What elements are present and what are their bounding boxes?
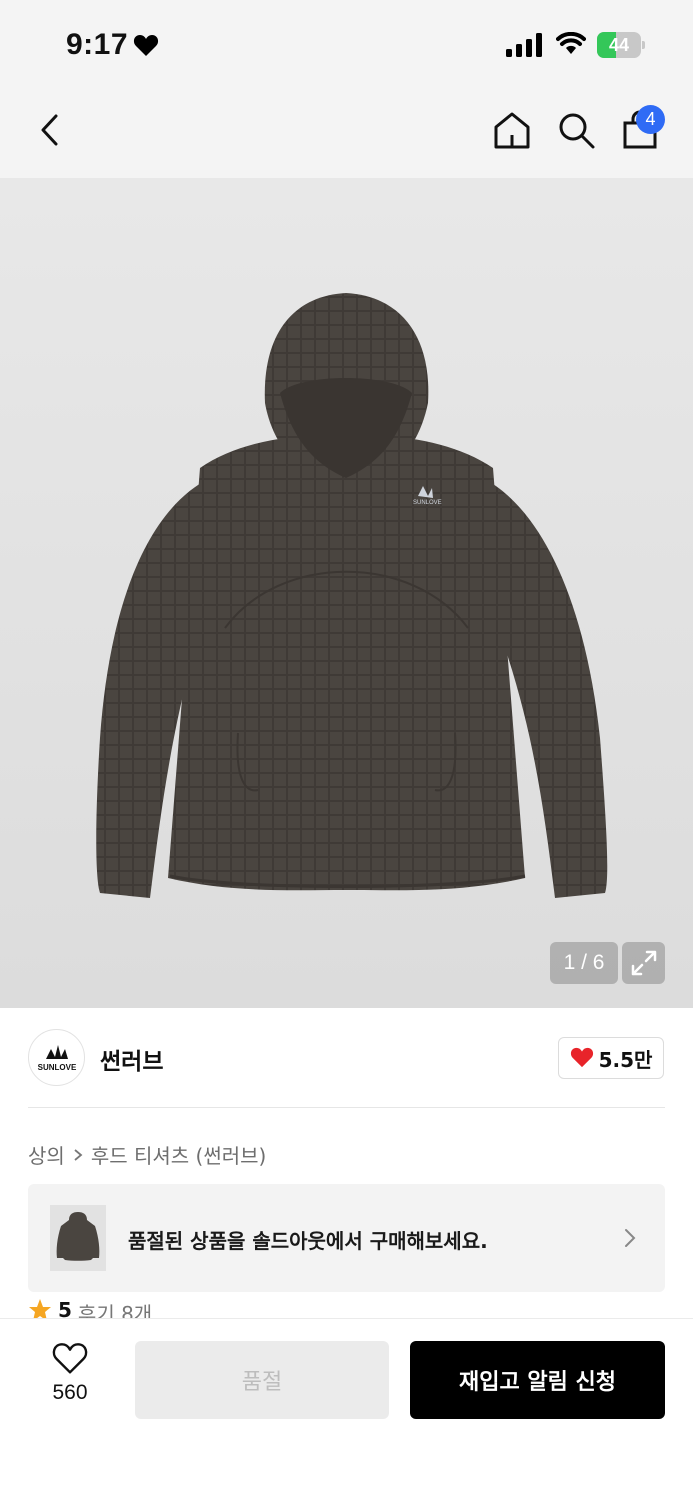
bottom-action-bar: 560 품절 재입고 알림 신청	[0, 1318, 693, 1500]
product-image[interactable]: SUNLOVE	[0, 178, 693, 1008]
brand-logo[interactable]: SUNLOVE	[28, 1029, 85, 1086]
wifi-icon	[556, 32, 586, 54]
home-button[interactable]	[490, 108, 534, 152]
expand-icon	[631, 950, 656, 976]
soldout-banner[interactable]: 품절된 상품을 솔드아웃에서 구매해보세요.	[28, 1184, 665, 1292]
review-summary[interactable]: 5 후기 8개	[28, 1298, 152, 1320]
back-arrow-icon	[41, 114, 58, 146]
home-icon	[494, 112, 530, 149]
wishlist-count: 560	[52, 1381, 88, 1404]
back-button[interactable]	[30, 110, 70, 150]
brand-like-count: 5.5만	[598, 1047, 653, 1072]
wishlist-button[interactable]: 560	[30, 1343, 110, 1413]
brand-like-button[interactable]: 5.5만	[558, 1037, 664, 1079]
chest-logo-text: SUNLOVE	[413, 500, 442, 506]
soldout-banner-text: 품절된 상품을 솔드아웃에서 구매해보세요.	[128, 1229, 488, 1253]
heart-filled-icon	[570, 1047, 593, 1068]
cart-count-badge: 4	[636, 105, 665, 134]
search-button[interactable]	[554, 108, 598, 152]
brand-name[interactable]: 썬러브	[100, 1042, 163, 1076]
breadcrumb: 상의 후드 티셔츠 (썬러브)	[28, 1140, 266, 1169]
banner-product-thumbnail	[50, 1205, 106, 1271]
image-counter: 1 / 6	[550, 942, 618, 984]
expand-image-button[interactable]	[622, 942, 665, 984]
chevron-right-icon	[625, 1229, 636, 1247]
search-icon	[559, 113, 595, 149]
sunlove-logo: SUNLOVE	[37, 1044, 77, 1072]
chevron-right-icon	[74, 1148, 83, 1161]
heart-icon	[133, 35, 159, 56]
status-time: 9:17	[66, 28, 129, 61]
navigation-bar	[0, 92, 693, 178]
battery-level: 44	[608, 35, 630, 55]
restock-alert-button[interactable]: 재입고 알림 신청	[410, 1341, 665, 1419]
heart-outline-icon	[52, 1343, 88, 1374]
battery-icon: 44	[597, 32, 645, 58]
soldout-button[interactable]: 품절	[135, 1341, 389, 1419]
divider	[28, 1107, 665, 1108]
status-bar: 9:17 44	[0, 0, 693, 92]
breadcrumb-subcategory[interactable]: 후드 티셔츠 (썬러브)	[91, 1140, 267, 1169]
review-count: 후기 8개	[77, 1302, 153, 1320]
star-icon	[29, 1299, 51, 1320]
review-score: 5	[58, 1298, 72, 1320]
signal-icon	[506, 33, 542, 57]
breadcrumb-category[interactable]: 상의	[28, 1140, 65, 1169]
brand-logo-text: SUNLOVE	[37, 1063, 76, 1072]
product-photo: SUNLOVE	[96, 293, 608, 898]
